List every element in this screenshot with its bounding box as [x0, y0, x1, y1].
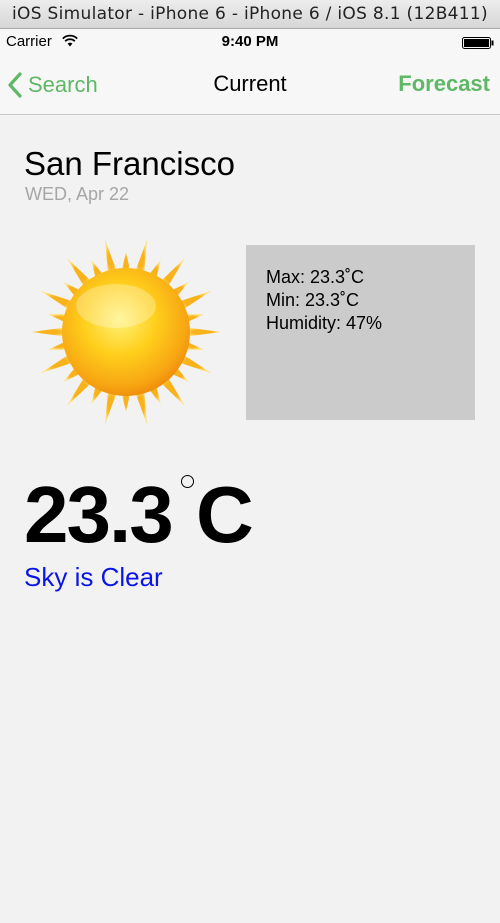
- min-temp: Min: 23.3˚C: [266, 290, 360, 310]
- simulator-title: iOS Simulator - iPhone 6 - iPhone 6 / iO…: [12, 4, 488, 24]
- simulator-title-bar: iOS Simulator - iPhone 6 - iPhone 6 / iO…: [0, 0, 500, 29]
- date-label: WED, Apr 22: [25, 184, 130, 204]
- temperature-value: 23.3: [24, 470, 174, 559]
- temperature-unit: C: [196, 470, 254, 559]
- battery-icon: [462, 37, 494, 49]
- weather-condition: Sky is Clear: [24, 562, 163, 592]
- navigation-bar: Search Current Forecast: [0, 55, 500, 115]
- forecast-button[interactable]: Forecast: [398, 71, 490, 97]
- degree-symbol: [181, 475, 194, 488]
- max-temp: Max: 23.3˚C: [266, 267, 365, 287]
- sun-icon: [31, 239, 221, 425]
- status-time: 9:40 PM: [221, 33, 279, 50]
- weather-stats-panel: Max: 23.3˚C Min: 23.3˚C Humidity: 47%: [246, 245, 475, 420]
- status-bar: Carrier 9:40 PM: [0, 29, 500, 55]
- humidity: Humidity: 47%: [266, 313, 383, 333]
- city-name: San Francisco: [24, 145, 235, 182]
